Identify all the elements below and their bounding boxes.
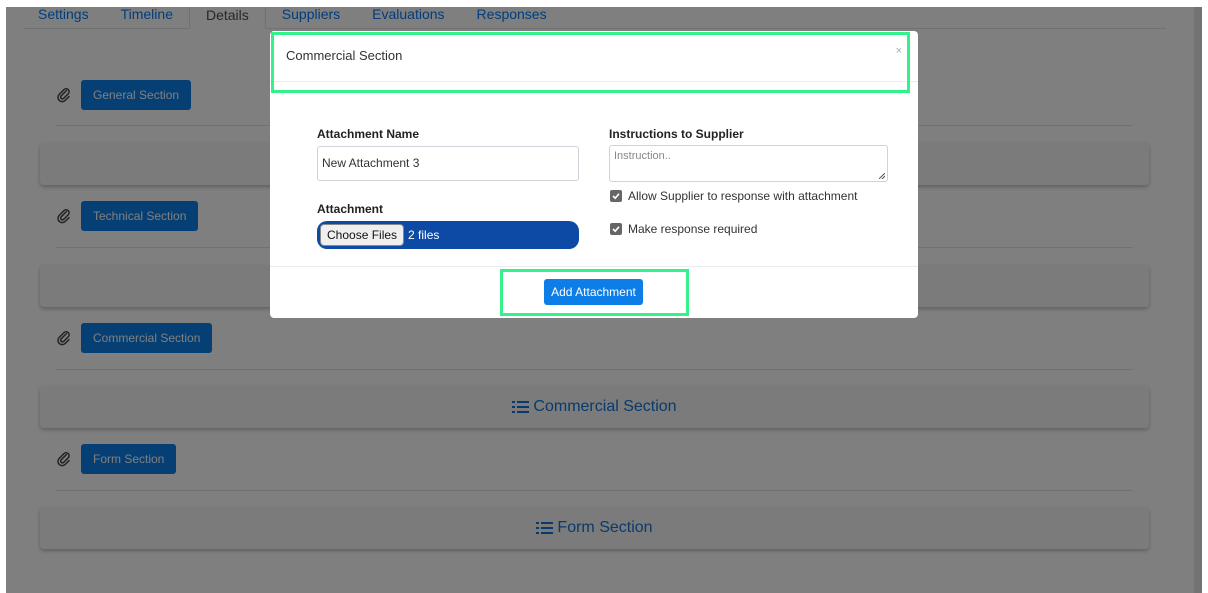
file-input[interactable]: Choose Files 2 files [317,221,579,249]
allow-attachment-option[interactable]: Allow Supplier to response with attachme… [610,189,857,203]
file-status: 2 files [408,228,440,242]
header-highlight-frame [271,32,910,93]
button-highlight-frame [500,269,689,316]
attachment-name-input[interactable]: New Attachment 3 [317,146,579,181]
attachment-name-label: Attachment Name [317,127,420,141]
resize-handle-icon[interactable] [879,173,885,179]
instructions-textarea[interactable]: Instruction.. [609,145,888,182]
attachment-label: Attachment [317,202,384,216]
choose-files-button[interactable]: Choose Files [320,224,405,246]
required-option[interactable]: Make response required [610,222,757,236]
checkbox-checked-icon[interactable] [610,190,622,202]
required-label: Make response required [628,222,758,236]
allow-attachment-label: Allow Supplier to response with attachme… [628,189,858,203]
instructions-placeholder: Instruction.. [614,150,671,162]
checkbox-checked-icon[interactable] [610,223,622,235]
instructions-label: Instructions to Supplier [609,127,744,141]
